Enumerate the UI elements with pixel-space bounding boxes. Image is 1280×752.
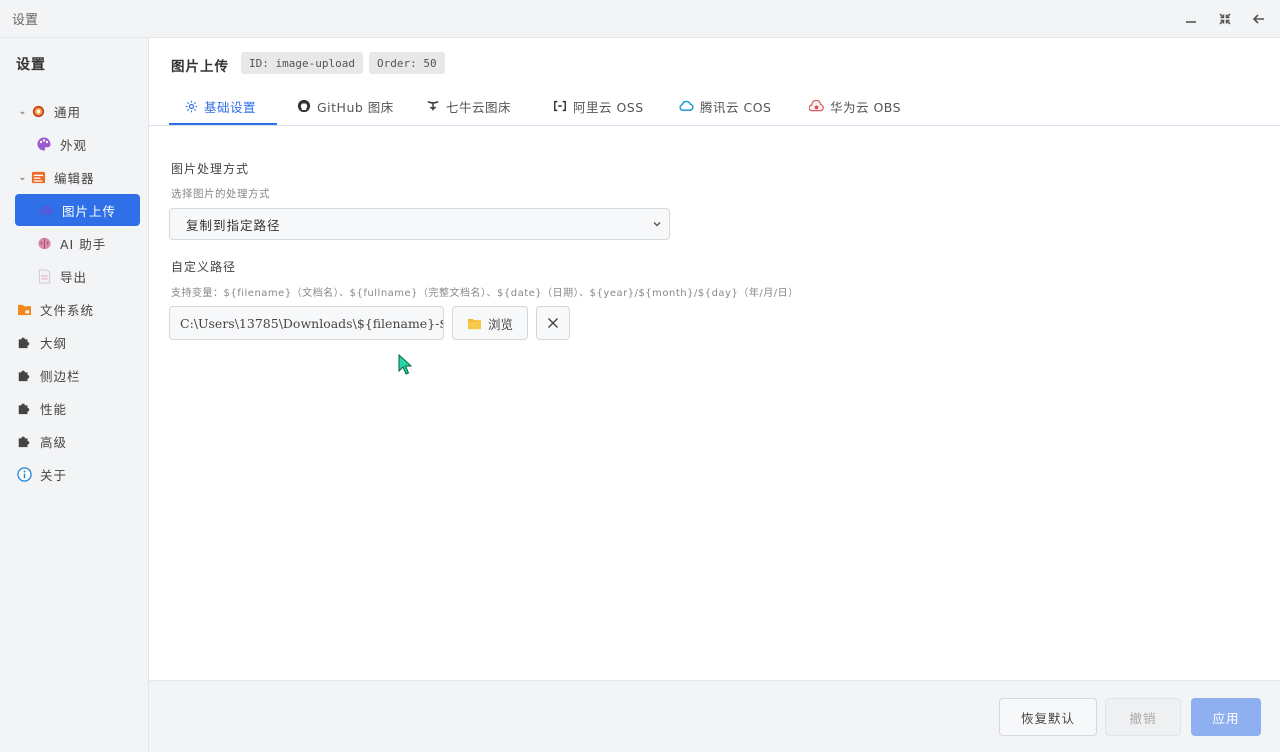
palette-icon — [36, 136, 52, 152]
github-icon — [297, 99, 311, 113]
sidebar-item-label: 高级 — [40, 434, 68, 450]
tab-qiniu[interactable]: 七牛云图床 — [426, 88, 511, 124]
editor-icon — [30, 169, 46, 185]
sidebar-item-label: 图片上传 — [62, 203, 117, 219]
cloud-icon — [38, 202, 54, 218]
brain-icon — [36, 235, 52, 251]
tab-tencent-cos[interactable]: 腾讯云 COS — [679, 88, 771, 124]
folder-icon — [16, 301, 32, 317]
chevron-down-icon — [651, 218, 663, 233]
sidebar-item-advanced[interactable]: 高级 — [16, 425, 140, 457]
sidebar-item-label: 关于 — [40, 467, 68, 483]
page-title: 图片上传 — [171, 59, 229, 75]
tab-bar: 基础设置 GitHub 图床 七牛云图床 阿里云 OSS 腾讯云 COS 华为云… — [169, 88, 1280, 126]
tab-huawei-obs[interactable]: 华为云 OBS — [809, 88, 901, 124]
sidebar-item-general[interactable]: ⌄ 通用 — [16, 95, 140, 127]
sidebar-item-appearance[interactable]: 外观 — [36, 128, 140, 160]
order-badge: Order: 50 — [369, 52, 445, 74]
puzzle-icon — [16, 334, 32, 350]
sidebar-item-label: 性能 — [40, 401, 68, 417]
chevron-down-icon[interactable]: ⌄ — [16, 172, 30, 183]
tab-label: 基础设置 — [204, 99, 257, 115]
reset-defaults-button[interactable]: 恢复默认 — [999, 698, 1097, 736]
document-icon — [36, 268, 52, 284]
sidebar-item-sidebar[interactable]: 侧边栏 — [16, 359, 140, 391]
minimize-icon — [1186, 21, 1196, 23]
path-label: 自定义路径 — [171, 260, 237, 274]
main-panel: 图片上传 ID: image-upload Order: 50 基础设置 Git… — [149, 38, 1280, 752]
sidebar-item-outline[interactable]: 大纲 — [16, 326, 140, 358]
method-select[interactable]: 复制到指定路径 — [169, 208, 670, 240]
puzzle-icon — [16, 367, 32, 383]
apply-button[interactable]: 应用 — [1191, 698, 1261, 736]
tab-github[interactable]: GitHub 图床 — [297, 88, 394, 124]
tencent-cloud-icon — [679, 100, 694, 111]
path-help: 支持变量：${filename}（文档名）、${fullname}（完整文档名）… — [171, 288, 799, 299]
undo-button[interactable]: 撤销 — [1105, 698, 1181, 736]
sidebar-item-editor[interactable]: ⌄ 编辑器 — [16, 161, 140, 193]
arrow-left-icon — [1252, 14, 1264, 24]
method-label: 图片处理方式 — [171, 162, 250, 176]
tab-label: 阿里云 OSS — [573, 99, 644, 115]
info-icon — [16, 466, 32, 482]
window-titlebar: 设置 — [0, 0, 1280, 38]
puzzle-icon — [16, 433, 32, 449]
tab-aliyun-oss[interactable]: 阿里云 OSS — [553, 88, 644, 124]
sidebar-item-export[interactable]: 导出 — [36, 260, 140, 292]
id-badge: ID: image-upload — [241, 52, 363, 74]
huawei-icon — [809, 100, 824, 112]
tab-basic-settings[interactable]: 基础设置 — [185, 88, 256, 124]
gear-icon — [30, 103, 46, 119]
gear-icon — [185, 100, 198, 112]
settings-content: 图片处理方式 选择图片的处理方式 复制到指定路径 自定义路径 支持变量：${fi… — [149, 126, 1280, 680]
back-button[interactable] — [1248, 8, 1270, 30]
close-icon — [548, 318, 558, 328]
aliyun-icon — [554, 100, 566, 112]
sidebar-item-filesystem[interactable]: 文件系统 — [16, 293, 140, 325]
method-help: 选择图片的处理方式 — [171, 188, 270, 200]
mouse-cursor — [398, 353, 413, 380]
sidebar-item-label: 外观 — [60, 137, 88, 153]
sidebar-item-performance[interactable]: 性能 — [16, 392, 140, 424]
collapse-icon — [1219, 13, 1231, 25]
sidebar-item-label: 文件系统 — [40, 302, 95, 318]
method-select-value: 复制到指定路径 — [186, 217, 281, 233]
window-title: 设置 — [12, 13, 39, 28]
minimize-button[interactable] — [1180, 8, 1202, 30]
tab-label: GitHub 图床 — [317, 99, 394, 115]
collapse-button[interactable] — [1214, 8, 1236, 30]
browse-button-label: 浏览 — [487, 316, 513, 332]
sidebar-item-label: 编辑器 — [54, 170, 95, 186]
sidebar-item-ai-assistant[interactable]: AI 助手 — [36, 227, 140, 259]
footer-bar: 恢复默认 撤销 应用 — [149, 680, 1280, 752]
path-input[interactable]: C:\Users\13785\Downloads\${filename}-${d — [169, 306, 444, 340]
page-header: 图片上传 ID: image-upload Order: 50 基础设置 Git… — [149, 38, 1280, 126]
folder-icon — [467, 318, 481, 329]
chevron-down-icon[interactable]: ⌄ — [16, 106, 30, 117]
clear-path-button[interactable] — [536, 306, 570, 340]
sidebar-item-about[interactable]: 关于 — [16, 458, 140, 490]
sidebar-item-image-upload[interactable]: 图片上传 — [15, 194, 140, 226]
browse-button[interactable]: 浏览 — [452, 306, 528, 340]
tab-label: 华为云 OBS — [830, 99, 902, 115]
sidebar-item-label: 大纲 — [40, 335, 68, 351]
sidebar-item-label: AI 助手 — [60, 236, 107, 252]
sidebar-heading: 设置 — [16, 57, 46, 73]
sidebar-item-label: 侧边栏 — [40, 368, 81, 384]
sidebar-item-label: 通用 — [54, 104, 82, 120]
qiniu-icon — [427, 100, 439, 111]
cursor-icon — [398, 353, 413, 375]
tab-label: 七牛云图床 — [446, 99, 512, 115]
tab-label: 腾讯云 COS — [700, 99, 772, 115]
sidebar: 设置 ⌄ 通用 外观 ⌄ 编辑器 图片上传 AI 助手 导出 文件系统 大纲 侧… — [0, 38, 149, 752]
puzzle-icon — [16, 400, 32, 416]
sidebar-item-label: 导出 — [60, 269, 88, 285]
